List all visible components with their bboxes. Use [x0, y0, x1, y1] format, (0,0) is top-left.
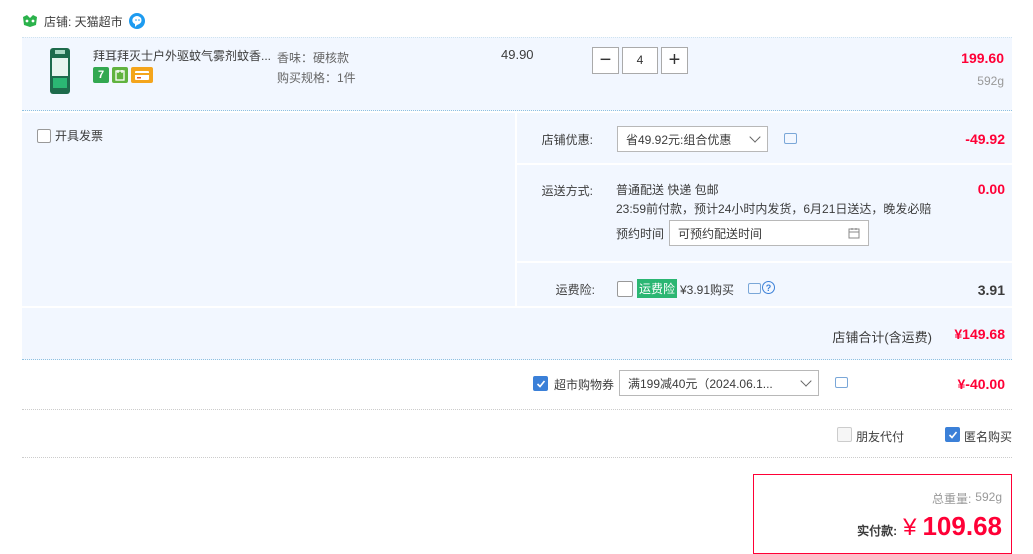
shipping-info: 普通配送 快递 包邮 23:59前付款，预计24小时内发货，6月21日送达，晚发…	[616, 181, 931, 219]
discount-amount: -49.92	[965, 131, 1005, 147]
discount-label: 店铺优惠:	[541, 133, 593, 147]
invoice-label: 开具发票	[55, 129, 104, 143]
total-weight-value: 592g	[975, 490, 1002, 504]
appoint-time-value: 可预约配送时间	[678, 226, 763, 241]
chevron-down-icon	[749, 131, 761, 143]
tmall-logo-icon	[23, 15, 37, 27]
sku-spec: 购买规格：1件	[277, 71, 356, 85]
cart-item-row: 拜耳拜灭士户外驱蚊气雾剂蚊香... 7 香味：硬核款 购买规格：1件 49.90…	[22, 37, 1012, 111]
shipping-amount: 0.00	[977, 181, 1005, 197]
coupon-selected: 满199减40元（2024.06.1...	[628, 376, 773, 391]
invoice-checkbox[interactable]	[37, 128, 51, 143]
check-icon	[536, 379, 545, 388]
sku-flavor: 香味：硬核款	[277, 51, 350, 65]
sku-info: 香味：硬核款 购买规格：1件	[277, 48, 356, 88]
quantity-plus-button[interactable]: +	[661, 47, 688, 74]
item-weight: 592g	[977, 74, 1004, 88]
appoint-label: 预约时间	[616, 227, 665, 241]
insurance-checkbox[interactable]	[617, 281, 633, 297]
coupon-label: 超市购物券	[554, 378, 615, 392]
discount-select[interactable]: 省49.92元:组合优惠	[617, 126, 768, 152]
invoice-option[interactable]: 开具发票	[37, 127, 103, 144]
message-icon[interactable]	[748, 283, 761, 294]
shop-discount-row: 店铺优惠: 省49.92元:组合优惠 -49.92	[517, 113, 1012, 163]
chevron-down-icon	[800, 375, 812, 387]
friend-pay-label: 朋友代付	[856, 430, 905, 444]
insurance-price: ¥3.91购买	[680, 283, 735, 297]
shipping-method: 普通配送 快递 包邮	[616, 183, 719, 197]
help-icon[interactable]: ?	[762, 281, 775, 294]
friend-pay-checkbox[interactable]	[837, 427, 852, 442]
total-weight-label: 总重量:	[931, 492, 972, 506]
payment-options-row: 朋友代付 匿名购买	[22, 412, 1012, 458]
credit-card-icon	[131, 67, 153, 83]
insurance-amount: 3.91	[977, 282, 1005, 298]
coupon-row: 超市购物券 满199减40元（2024.06.1... ¥-40.00	[22, 362, 1012, 410]
insurance-label: 运费险:	[555, 283, 595, 297]
guarantee-icon	[112, 67, 128, 83]
paid-amount-line: 实付款: ¥ 109.68	[857, 511, 1002, 542]
check-icon	[948, 430, 957, 439]
chat-icon[interactable]	[128, 13, 145, 29]
discount-selected: 省49.92元:组合优惠	[626, 132, 732, 147]
shop-total-amount: ¥149.68	[954, 326, 1005, 342]
paid-label: 实付款:	[857, 524, 898, 538]
paid-amount: 109.68	[922, 511, 1002, 541]
shipping-label: 运送方式:	[541, 184, 593, 198]
product-image[interactable]	[42, 46, 78, 96]
anonymous-label: 匿名购买	[964, 430, 1013, 444]
quantity-stepper: − 4 +	[592, 47, 688, 74]
payment-summary: 总重量: 592g 实付款: ¥ 109.68	[753, 474, 1012, 554]
calendar-icon	[848, 228, 860, 239]
currency-symbol: ¥	[903, 514, 917, 541]
product-title[interactable]: 拜耳拜灭士户外驱蚊气雾剂蚊香...	[93, 47, 273, 64]
unit-price: 49.90	[501, 47, 534, 62]
anonymous-checkbox[interactable]	[945, 427, 960, 442]
shipping-row: 运送方式: 普通配送 快递 包邮 23:59前付款，预计24小时内发货，6月21…	[517, 165, 1012, 261]
total-weight: 总重量: 592g	[932, 490, 1002, 507]
shop-total-label: 店铺合计(含运费)	[832, 330, 932, 345]
item-subtotal: 199.60	[961, 50, 1004, 66]
quantity-minus-button[interactable]: −	[592, 47, 619, 74]
shipping-note: 23:59前付款，预计24小时内发货，6月21日送达，晚发必赔	[616, 202, 932, 216]
insurance-tag: 运费险	[637, 279, 678, 298]
quantity-input[interactable]: 4	[622, 47, 658, 74]
message-icon[interactable]	[784, 133, 797, 144]
coupon-amount: ¥-40.00	[957, 376, 1005, 392]
shop-total-row: 店铺合计(含运费) ¥149.68	[22, 308, 1012, 360]
service-icons: 7	[93, 67, 153, 83]
seven-day-return-icon: 7	[93, 67, 109, 83]
appoint-time-input[interactable]: 可预约配送时间	[669, 220, 869, 246]
message-icon[interactable]	[835, 377, 848, 388]
shop-name[interactable]: 店铺: 天猫超市	[44, 13, 123, 30]
coupon-select[interactable]: 满199减40元（2024.06.1...	[619, 370, 819, 396]
insurance-row: 运费险: 运费险 ¥3.91购买 ? 3.91	[517, 263, 1012, 306]
shop-header: 店铺: 天猫超市	[22, 10, 145, 32]
invoice-panel: 开具发票	[22, 113, 515, 306]
coupon-checkbox[interactable]	[533, 376, 548, 391]
